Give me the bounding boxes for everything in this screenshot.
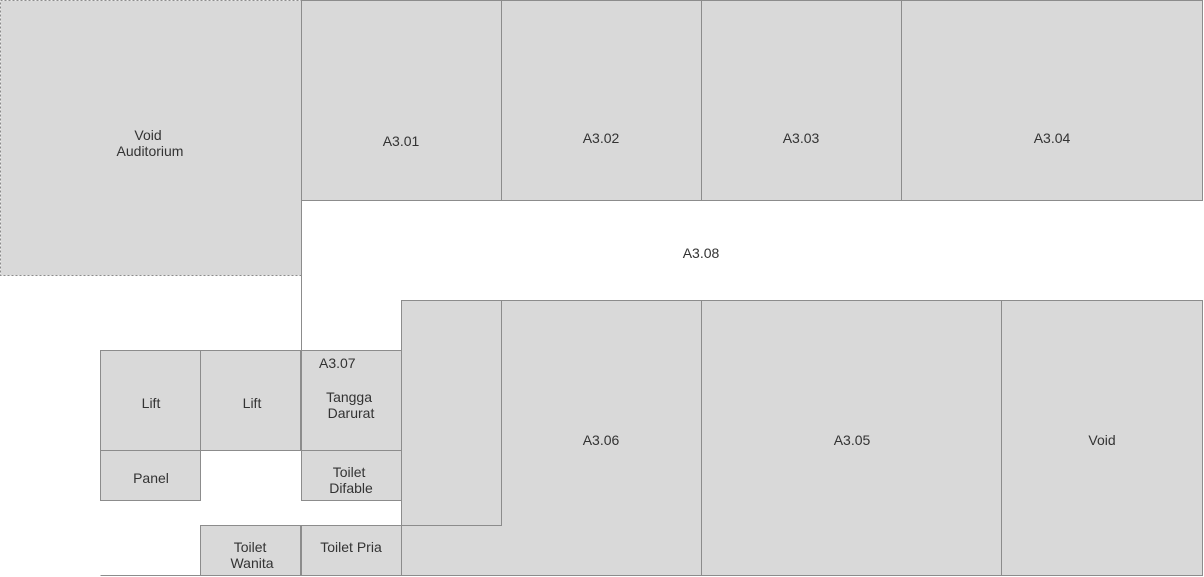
label-void-auditorium-line-2: Auditorium (117, 143, 184, 159)
room-shaft (401, 300, 502, 526)
label-tangga-darurat-line-1: Tangga (326, 389, 372, 405)
label-tangga-darurat: Tangga Darurat (326, 389, 376, 421)
label-a3-02: A3.02 (583, 130, 620, 146)
label-lift-2: Lift (243, 395, 262, 411)
label-a3-01: A3.01 (383, 133, 420, 149)
label-toilet-difable: Toilet Difable (329, 464, 373, 496)
floor-plan: Void Auditorium A3.01 A3.02 A3.03 A3.04 … (0, 0, 1203, 576)
label-toilet-wanita: Toilet Wanita (230, 539, 273, 571)
label-void-auditorium-line-1: Void (134, 127, 161, 143)
label-lift-1: Lift (142, 395, 161, 411)
label-toilet-wanita-line-2: Wanita (230, 555, 273, 571)
room-a3-02 (501, 0, 702, 201)
label-toilet-difable-line-1: Toilet (333, 464, 366, 480)
label-a3-08: A3.08 (683, 245, 720, 261)
room-a3-01 (301, 0, 502, 201)
label-tangga-darurat-line-2: Darurat (328, 405, 375, 421)
label-panel: Panel (133, 470, 169, 486)
room-a3-04 (901, 0, 1203, 201)
label-toilet-wanita-line-1: Toilet (234, 539, 267, 555)
label-a3-05: A3.05 (834, 432, 871, 448)
label-void: Void (1088, 432, 1115, 448)
label-a3-03: A3.03 (783, 130, 820, 146)
label-a3-06: A3.06 (583, 432, 620, 448)
label-a3-07: A3.07 (319, 355, 356, 371)
label-a3-04: A3.04 (1034, 130, 1071, 146)
label-toilet-pria: Toilet Pria (320, 539, 382, 555)
room-a3-03 (701, 0, 902, 201)
label-toilet-difable-line-2: Difable (329, 480, 373, 496)
